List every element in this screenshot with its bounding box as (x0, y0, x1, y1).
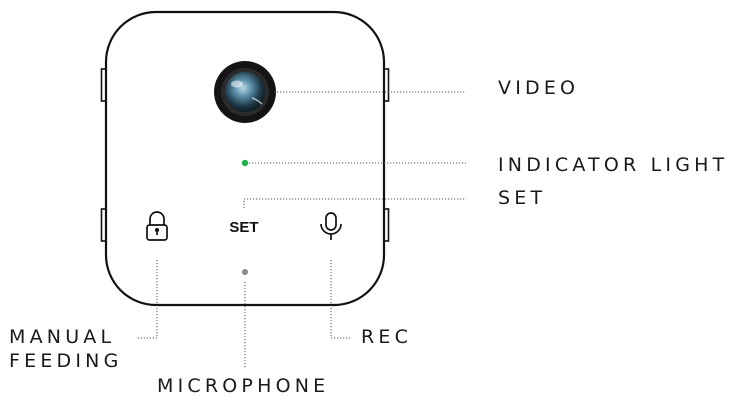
label-indicator-light: INDICATOR LIGHT (498, 154, 729, 176)
label-manual-feeding-line2: FEEDING (9, 350, 123, 372)
camera-lens-icon (214, 61, 276, 123)
device-body (104, 10, 386, 307)
indicator-light (241, 159, 249, 167)
label-rec: REC (361, 326, 413, 348)
label-microphone: MICROPHONE (157, 375, 330, 397)
label-manual-feeding-line1: MANUAL (9, 326, 116, 348)
label-set: SET (498, 187, 547, 209)
set-button[interactable]: SET (229, 219, 258, 236)
label-video: VIDEO (498, 77, 580, 99)
microphone-hole (242, 269, 248, 275)
